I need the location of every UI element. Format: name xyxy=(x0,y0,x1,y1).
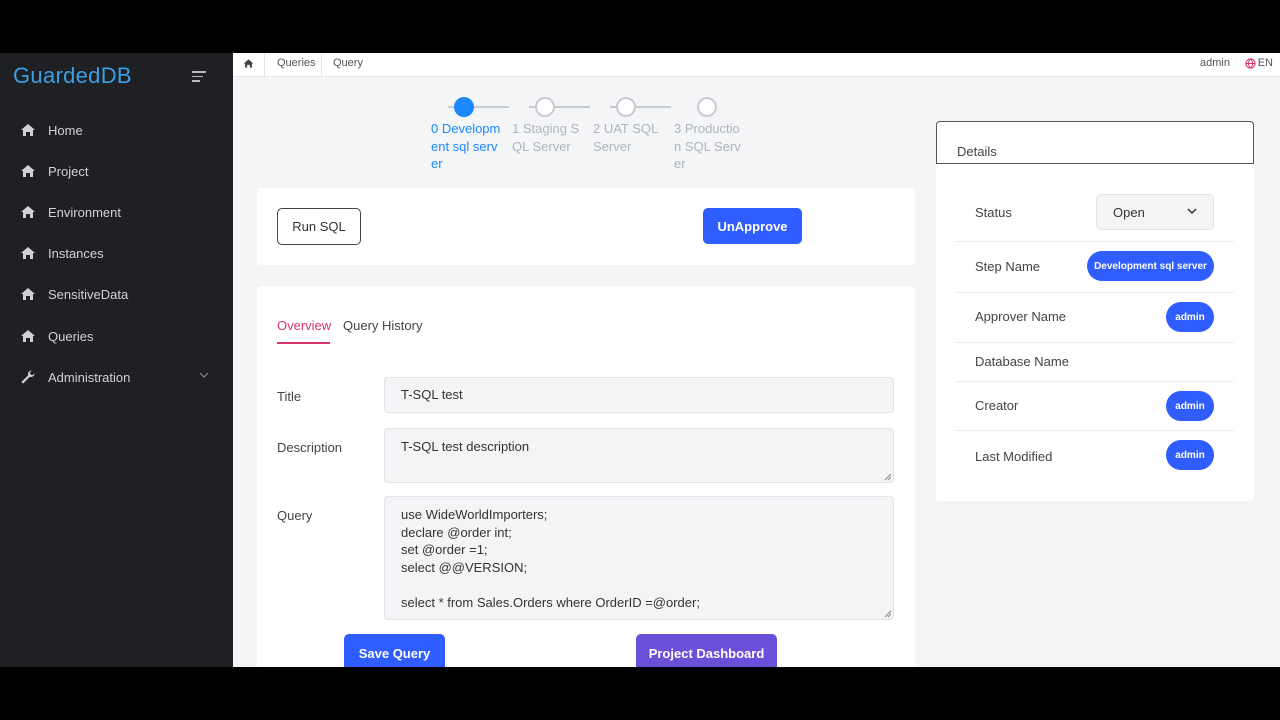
menu-toggle-icon[interactable] xyxy=(192,71,206,85)
sidebar-item-administration[interactable]: Administration xyxy=(0,359,233,395)
details-panel: Status Open Step Name Development sql se… xyxy=(936,163,1254,501)
creator-badge: admin xyxy=(1166,391,1214,421)
title-label: Title xyxy=(277,389,302,404)
tab-query-history[interactable]: Query History xyxy=(343,318,422,333)
description-text: T-SQL test description xyxy=(401,439,530,454)
query-line: select @@VERSION; xyxy=(401,559,528,575)
sidebar: GuardedDB Home Project Environment Insta… xyxy=(0,53,233,667)
approver-label: Approver Name xyxy=(975,309,1067,324)
approver-badge: admin xyxy=(1166,302,1214,332)
detail-row-status: Status Open xyxy=(956,184,1234,242)
run-sql-button[interactable]: Run SQL xyxy=(277,208,361,245)
detail-row-last-modified: Last Modified admin xyxy=(956,430,1234,480)
sidebar-item-queries[interactable]: Queries xyxy=(0,318,233,354)
detail-row-database: Database Name xyxy=(956,342,1234,382)
user-menu[interactable]: admin xyxy=(1200,57,1230,69)
sidebar-item-label: Queries xyxy=(48,328,94,344)
step-dot-development[interactable] xyxy=(454,97,474,117)
details-heading: Details xyxy=(957,144,997,159)
query-card: Overview Query History Title T-SQL test … xyxy=(257,286,915,667)
query-label: Query xyxy=(277,508,313,523)
status-select[interactable]: Open xyxy=(1096,194,1214,230)
home-icon xyxy=(21,165,35,177)
app-logo: GuardedDB xyxy=(13,63,132,88)
last-modified-label: Last Modified xyxy=(975,449,1053,464)
step-progress: 0 Development sql server 1 Staging SQL S… xyxy=(428,97,758,177)
project-dashboard-button[interactable]: Project Dashboard xyxy=(636,634,777,667)
active-tab-indicator xyxy=(277,342,330,344)
sidebar-item-label: SensitiveData xyxy=(48,286,129,302)
sidebar-item-label: Instances xyxy=(48,245,104,261)
step-dot-staging[interactable] xyxy=(535,97,555,117)
sidebar-item-instances[interactable]: Instances xyxy=(0,235,233,271)
detail-row-approver: Approver Name admin xyxy=(956,292,1234,343)
home-icon xyxy=(21,206,35,218)
database-label: Database Name xyxy=(975,354,1069,369)
breadcrumb-divider xyxy=(264,53,265,76)
main-content: Queries Query admin EN 0 Development sql… xyxy=(233,53,1280,667)
sidebar-item-project[interactable]: Project xyxy=(0,153,233,189)
home-icon xyxy=(21,330,35,342)
wrench-icon xyxy=(21,370,35,384)
language-label: EN xyxy=(1257,57,1273,69)
sidebar-item-sensitivedata[interactable]: SensitiveData xyxy=(0,276,233,312)
unapprove-button[interactable]: UnApprove xyxy=(703,208,802,244)
chevron-down-icon xyxy=(199,372,209,378)
title-field[interactable]: T-SQL test xyxy=(384,377,894,413)
step-dot-production[interactable] xyxy=(697,97,717,117)
sidebar-item-label: Administration xyxy=(48,369,131,385)
detail-row-step-name: Step Name Development sql server xyxy=(956,241,1234,293)
sidebar-item-label: Environment xyxy=(48,204,121,220)
query-line: select * from Sales.Orders where OrderID… xyxy=(401,594,700,610)
creator-label: Creator xyxy=(975,398,1019,413)
resize-handle-icon[interactable] xyxy=(884,610,892,618)
breadcrumb-query: Query xyxy=(333,57,363,69)
globe-icon xyxy=(1245,57,1256,69)
sidebar-item-environment[interactable]: Environment xyxy=(0,194,233,230)
step-label-production: 3 Production SQL Server xyxy=(674,121,741,171)
query-line: set @order =1; xyxy=(401,542,488,558)
actions-card: Run SQL UnApprove xyxy=(257,188,915,265)
home-icon xyxy=(21,288,35,300)
description-field[interactable]: T-SQL test description xyxy=(384,428,894,483)
step-label-uat: 2 UAT SQL Server xyxy=(593,121,658,154)
tab-overview[interactable]: Overview xyxy=(277,318,331,333)
home-icon xyxy=(21,247,35,259)
detail-row-creator: Creator admin xyxy=(956,381,1234,431)
query-text: use WideWorldImporters; declare @order i… xyxy=(401,506,877,612)
resize-handle-icon[interactable] xyxy=(884,473,892,481)
sidebar-item-home[interactable]: Home xyxy=(0,112,233,148)
details-header: Details xyxy=(936,121,1254,164)
query-editor[interactable]: use WideWorldImporters; declare @order i… xyxy=(384,496,894,620)
status-value: Open xyxy=(1113,205,1145,220)
last-modified-badge: admin xyxy=(1166,440,1214,470)
step-dot-uat[interactable] xyxy=(616,97,636,117)
query-line: use WideWorldImporters; xyxy=(401,507,548,522)
step-label-development: 0 Development sql server xyxy=(431,121,501,171)
sidebar-item-label: Home xyxy=(48,122,83,138)
status-label: Status xyxy=(975,205,1012,220)
step-name-badge: Development sql server xyxy=(1087,251,1214,281)
save-query-button[interactable]: Save Query xyxy=(344,634,445,667)
step-label-staging: 1 Staging SQL Server xyxy=(512,121,580,154)
home-icon xyxy=(21,124,35,136)
home-icon[interactable] xyxy=(243,58,254,69)
step-name-label: Step Name xyxy=(975,259,1041,274)
breadcrumb-queries[interactable]: Queries xyxy=(277,57,316,69)
description-label: Description xyxy=(277,440,343,455)
language-switcher[interactable]: EN xyxy=(1245,57,1273,69)
chevron-down-icon xyxy=(1187,208,1197,215)
query-line xyxy=(401,576,877,594)
sidebar-item-label: Project xyxy=(48,163,89,179)
breadcrumb-divider xyxy=(321,53,322,76)
query-line: declare @order int; xyxy=(401,524,512,540)
app-window: GuardedDB Home Project Environment Insta… xyxy=(0,53,1280,667)
top-bar: Queries Query admin EN xyxy=(233,53,1280,77)
